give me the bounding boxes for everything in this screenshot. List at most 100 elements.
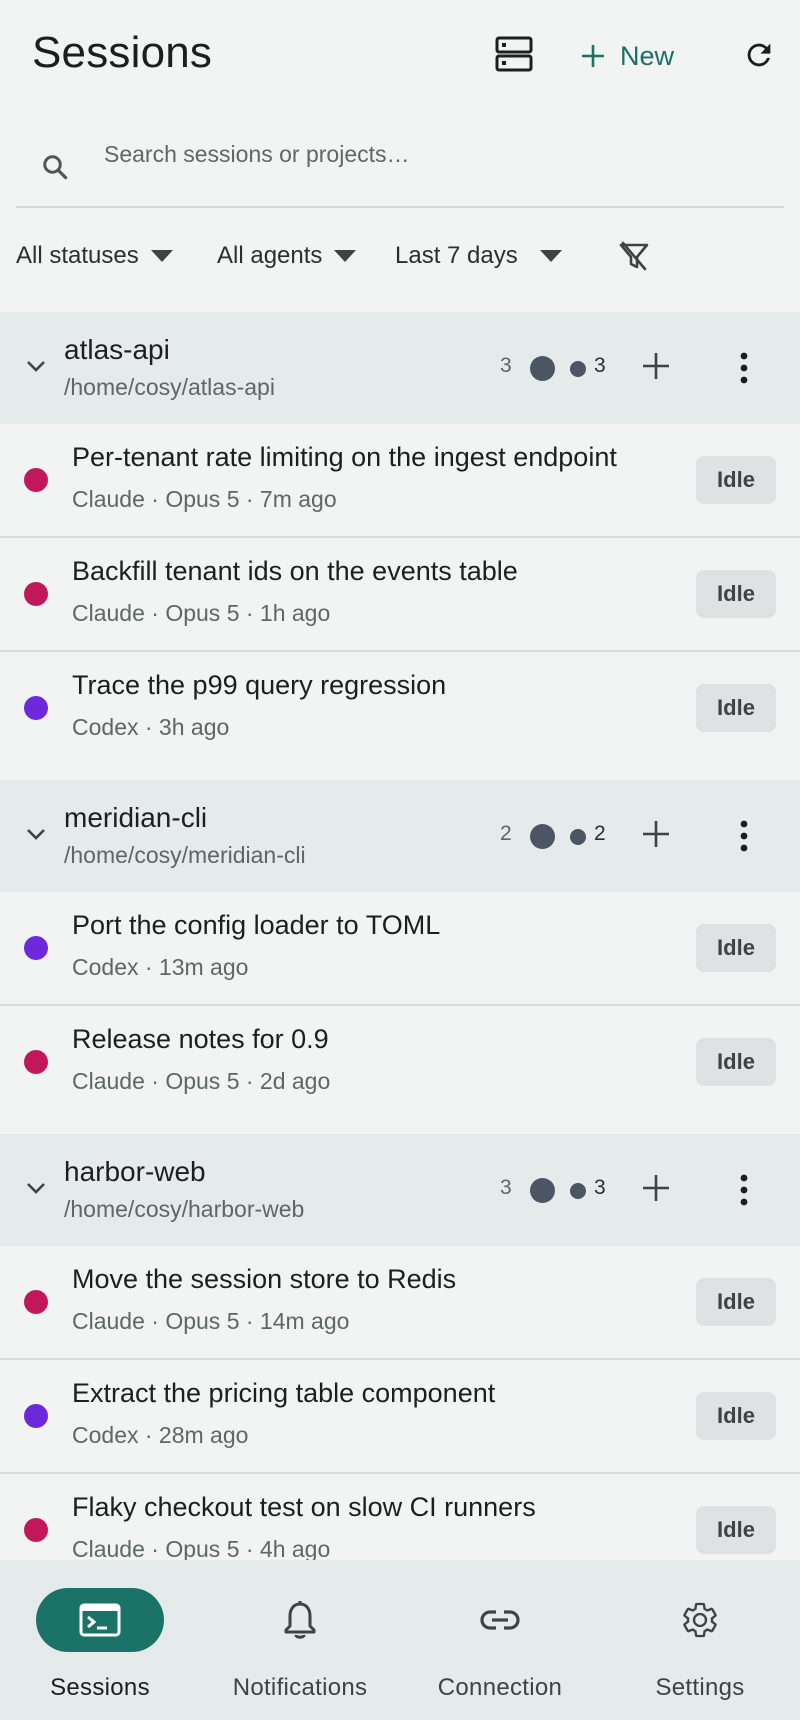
add-session-icon[interactable] (640, 350, 672, 382)
session-title: Flaky checkout test on slow CI runners (72, 1492, 536, 1522)
agent-dot-icon (24, 1050, 48, 1074)
session-title: Move the session store to Redis (72, 1264, 457, 1294)
idle-count: 2 (594, 822, 606, 845)
session-row[interactable]: Extract the pricing table component Code… (0, 1360, 800, 1474)
session-row[interactable]: Trace the p99 query regression Codex · 3… (0, 652, 800, 766)
idle-dot-icon (570, 1183, 586, 1199)
status-filter-dropdown[interactable]: All statuses (16, 236, 173, 276)
session-meta: Claude · Opus 5 · 14m ago (72, 1308, 350, 1334)
add-session-icon[interactable] (640, 818, 672, 850)
refrresh-icon[interactable] (742, 38, 776, 72)
terminal-icon (79, 1603, 121, 1637)
add-session-icon[interactable] (640, 1172, 672, 1204)
idle-count: 3 (594, 354, 606, 377)
status-dot-icon (530, 824, 555, 849)
session-meta: Claude · Opus 5 · 1h ago (72, 600, 331, 626)
session-row[interactable]: Release notes for 0.9 Claude · Opus 5 · … (0, 1006, 800, 1120)
date-range-label: Last 7 days (395, 242, 518, 269)
page-title: Sessions (32, 28, 213, 77)
plus-icon (582, 45, 604, 67)
status-badge: Idle (696, 456, 776, 504)
nav-active-indicator (36, 1588, 164, 1652)
session-row[interactable]: Move the session store to Redis Claude ·… (0, 1246, 800, 1360)
agent-dot-icon (24, 1404, 48, 1428)
nav-label: Sessions (50, 1674, 150, 1701)
idle-dot-icon (570, 829, 586, 845)
project-name: harbor-web (64, 1156, 206, 1187)
session-count: 3 (500, 1176, 512, 1199)
session-meta: Codex · 13m ago (72, 954, 249, 980)
nav-item-settings[interactable]: Settings (600, 1560, 800, 1720)
status-dot-icon (530, 356, 555, 381)
session-meta: Claude · Opus 5 · 7m ago (72, 486, 337, 512)
nav-label: Settings (655, 1674, 745, 1701)
session-count: 3 (500, 354, 512, 377)
nav-item-connection[interactable]: Connection (400, 1560, 600, 1720)
agent-dot-icon (24, 936, 48, 960)
session-title: Per-tenant rate limiting on the ingest e… (72, 442, 617, 472)
date-range-dropdown[interactable]: Last 7 days (395, 236, 562, 276)
project-path: /home/cosy/meridian-cli (64, 842, 306, 868)
status-filter-label: All statuses (16, 242, 139, 269)
nav-icon-container (636, 1588, 764, 1652)
agent-dot-icon (24, 582, 48, 606)
gear-icon (683, 1602, 717, 1638)
session-title: Trace the p99 query regression (72, 670, 447, 700)
idle-count: 3 (594, 1176, 606, 1199)
agent-filter-label: All agents (217, 242, 323, 269)
nav-label: Connection (437, 1674, 563, 1701)
session-meta: Claude · Opus 5 · 2d ago (72, 1068, 331, 1094)
session-count: 2 (500, 822, 512, 845)
project-group-header[interactable]: harbor-web /home/cosy/harbor-web 3 3 (0, 1134, 800, 1246)
project-path: /home/cosy/atlas-api (64, 374, 275, 400)
chevron-down-icon[interactable] (24, 354, 48, 378)
nav-label: Notifications (232, 1674, 368, 1701)
new-button-label: New (620, 40, 675, 71)
search-input[interactable] (104, 134, 744, 174)
project-group-header[interactable]: atlas-api /home/cosy/atlas-api 3 3 (0, 312, 800, 424)
more-vert-icon[interactable] (732, 350, 756, 386)
dropdown-arrow-icon (539, 250, 562, 262)
chevron-down-icon[interactable] (24, 1176, 48, 1200)
agent-dot-icon (24, 1518, 48, 1542)
server-icon[interactable] (494, 34, 534, 74)
filter-bar: All statuses All agents Last 7 days (0, 236, 800, 276)
project-group-header[interactable]: meridian-cli /home/cosy/meridian-cli 2 2 (0, 780, 800, 892)
agent-dot-icon (24, 1290, 48, 1314)
nav-item-notifications[interactable]: Notifications (200, 1560, 400, 1720)
session-row[interactable]: Backfill tenant ids on the events table … (0, 538, 800, 652)
nav-icon-container (436, 1588, 564, 1652)
search-icon (40, 152, 70, 182)
more-vert-icon[interactable] (732, 818, 756, 854)
session-meta: Claude · Opus 5 · 4h ago (72, 1536, 331, 1562)
agent-dot-icon (24, 696, 48, 720)
status-dot-icon (530, 1178, 555, 1203)
more-vert-icon[interactable] (732, 1172, 756, 1208)
bottom-navigation: Sessions Notifications Connection Settin… (0, 1560, 800, 1720)
bell-icon (284, 1601, 316, 1639)
status-badge: Idle (696, 570, 776, 618)
session-title: Extract the pricing table component (72, 1378, 496, 1408)
status-badge: Idle (696, 684, 776, 732)
search-bar (16, 118, 784, 208)
session-row[interactable]: Per-tenant rate limiting on the ingest e… (0, 424, 800, 538)
top-app-bar: Sessions New (0, 0, 800, 108)
nav-item-sessions[interactable]: Sessions (0, 1560, 200, 1720)
dropdown-arrow-icon (334, 250, 357, 262)
clear-filters-icon[interactable] (618, 240, 650, 272)
project-name: meridian-cli (64, 802, 208, 833)
session-row[interactable]: Port the config loader to TOML Codex · 1… (0, 892, 800, 1006)
link-icon (480, 1610, 520, 1630)
session-title: Backfill tenant ids on the events table (72, 556, 518, 586)
idle-dot-icon (570, 361, 586, 377)
status-badge: Idle (696, 1038, 776, 1086)
chevron-down-icon[interactable] (24, 822, 48, 846)
session-title: Release notes for 0.9 (72, 1024, 329, 1054)
session-title: Port the config loader to TOML (72, 910, 441, 940)
agent-filter-dropdown[interactable]: All agents (217, 236, 357, 276)
status-badge: Idle (696, 924, 776, 972)
new-session-button[interactable]: New (580, 36, 674, 76)
status-badge: Idle (696, 1278, 776, 1326)
project-path: /home/cosy/harbor-web (64, 1196, 305, 1222)
status-badge: Idle (696, 1392, 776, 1440)
